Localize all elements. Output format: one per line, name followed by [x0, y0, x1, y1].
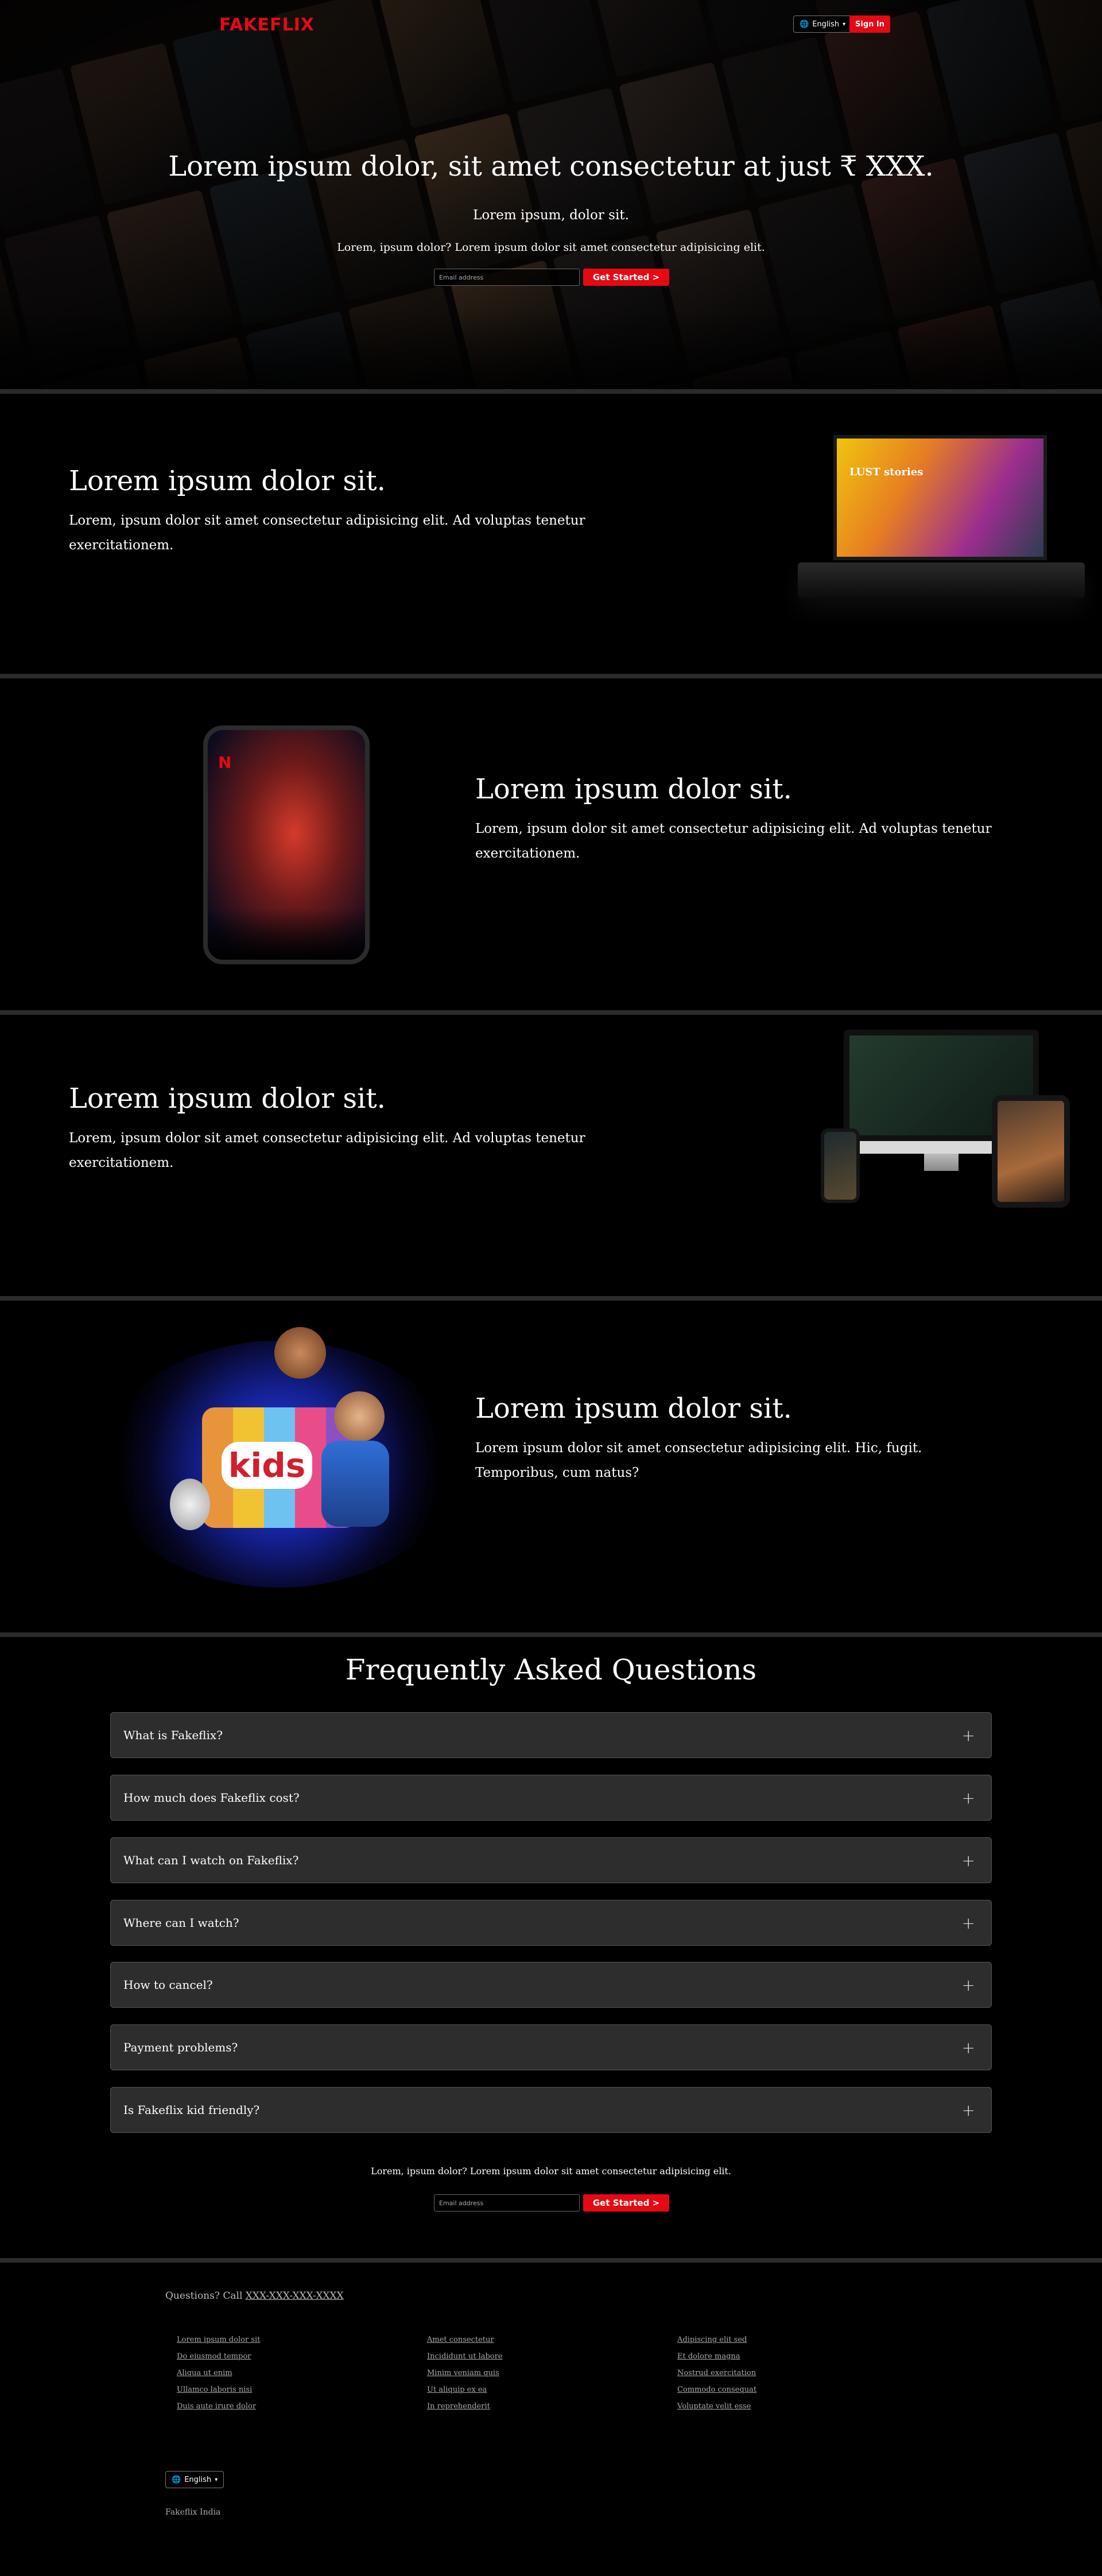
tv-image: LUST stories: [833, 435, 1047, 560]
faq-title: Frequently Asked Questions: [345, 1653, 757, 1686]
plus-icon: +: [961, 1725, 975, 1745]
get-started-button[interactable]: Get Started >: [583, 2194, 669, 2212]
email-input[interactable]: [434, 269, 580, 286]
faq-question: What is Fakeflix?: [123, 1728, 223, 1742]
plus-icon: +: [961, 1850, 975, 1870]
footer-link[interactable]: Amet consectetur: [427, 2335, 503, 2345]
feature-kids-section: kids Lorem ipsum dolor sit. Lorem ipsum …: [0, 1301, 1102, 1632]
feature-phone-section: N Lorem ipsum dolor sit. Lorem, ipsum do…: [0, 678, 1102, 1010]
boy-character-body: [321, 1441, 389, 1527]
hero-section: FAKEFLIX 🌐 English ▾ Sign In Lorem ipsum…: [0, 0, 1102, 389]
footer-link[interactable]: Aliqua ut enim: [177, 2368, 260, 2379]
faq-email-form: Get Started >: [434, 2194, 669, 2212]
email-input[interactable]: [434, 2194, 580, 2212]
globe-icon: 🌐: [172, 2475, 181, 2484]
footer-link[interactable]: In reprehenderit: [427, 2402, 503, 2412]
feature-description: Lorem, ipsum dolor sit amet consectetur …: [69, 1131, 585, 1170]
footer-language-select[interactable]: 🌐 English ▾: [165, 2471, 224, 2488]
feature-description: Lorem, ipsum dolor sit amet consectetur …: [69, 513, 585, 553]
section-divider: [0, 2258, 1102, 2263]
chevron-down-icon: ▾: [843, 21, 846, 28]
footer-link[interactable]: Commodo consequat: [677, 2385, 756, 2395]
tablet-image: [992, 1095, 1070, 1208]
footer-link[interactable]: Adipiscing elit sed: [677, 2335, 756, 2345]
faq-item[interactable]: How much does Fakeflix cost? +: [110, 1775, 992, 1821]
section-divider: [0, 1296, 1102, 1301]
footer-link[interactable]: Minim veniam quis: [427, 2368, 503, 2379]
language-label: English: [184, 2475, 212, 2484]
chevron-down-icon: ▾: [215, 2476, 218, 2483]
hero-email-form: Get Started >: [434, 269, 669, 286]
footer-link[interactable]: Voluptate velit esse: [677, 2402, 756, 2412]
section-divider: [0, 389, 1102, 394]
faq-item[interactable]: Where can I watch? +: [110, 1900, 992, 1946]
hero-subtitle: Lorem ipsum, dolor sit.: [473, 208, 629, 223]
footer-questions-label: Questions? Call: [165, 2290, 246, 2302]
hero-title: Lorem ipsum dolor, sit amet consectetur …: [168, 150, 934, 183]
faq-item[interactable]: Is Fakeflix kid friendly? +: [110, 2087, 992, 2133]
faq-question: How much does Fakeflix cost?: [123, 1791, 300, 1805]
section-divider: [0, 674, 1102, 678]
plus-icon: +: [961, 2100, 975, 2120]
kids-logo: kids: [222, 1442, 312, 1489]
footer-column: Lorem ipsum dolor sit Do eiusmod tempor …: [177, 2335, 260, 2412]
faq-question: What can I watch on Fakeflix?: [123, 1853, 299, 1867]
footer-link[interactable]: Do eiusmod tempor: [177, 2352, 260, 2362]
footer-link[interactable]: Et dolore magna: [677, 2352, 756, 2362]
tv-stand: [798, 562, 1085, 598]
faq-question: Where can I watch?: [123, 1916, 239, 1930]
feature-tv-section: Lorem ipsum dolor sit. Lorem, ipsum dolo…: [0, 394, 1102, 674]
faq-cta-text: Lorem, ipsum dolor? Lorem ipsum dolor si…: [371, 2166, 731, 2177]
feature-title: Lorem ipsum dolor sit.: [69, 1083, 386, 1115]
tv-show-title: LUST stories: [849, 466, 923, 478]
kid-character-head: [274, 1327, 326, 1379]
feature-description: Lorem ipsum dolor sit amet consectetur a…: [475, 1441, 922, 1480]
sign-in-button[interactable]: Sign In: [849, 15, 890, 33]
plus-icon: +: [961, 1788, 975, 1807]
bunny-character: [170, 1479, 210, 1530]
faq-question: Payment problems?: [123, 2040, 238, 2054]
footer-column: Adipiscing elit sed Et dolore magna Nost…: [677, 2335, 756, 2412]
footer-link[interactable]: Duis aute irure dolor: [177, 2402, 260, 2412]
footer-phone-link[interactable]: XXX-XXX-XXX-XXXX: [246, 2290, 344, 2302]
faq-question: How to cancel?: [123, 1978, 213, 1992]
plus-icon: +: [961, 1975, 975, 1995]
faq-item[interactable]: Payment problems? +: [110, 2024, 992, 2070]
feature-title: Lorem ipsum dolor sit.: [475, 773, 792, 805]
language-label: English: [812, 20, 840, 29]
footer-contact: Questions? Call XXX-XXX-XXX-XXXX: [165, 2290, 344, 2302]
footer-link[interactable]: Nostrud exercitation: [677, 2368, 756, 2379]
hero-fade: [0, 309, 1102, 389]
phone-image: N: [203, 726, 370, 964]
plus-icon: +: [961, 2038, 975, 2057]
hero-cta-text: Lorem, ipsum dolor? Lorem ipsum dolor si…: [337, 241, 765, 254]
faq-item[interactable]: How to cancel? +: [110, 1962, 992, 2008]
feature-description: Lorem, ipsum dolor sit amet consectetur …: [475, 821, 992, 861]
faq-item[interactable]: What can I watch on Fakeflix? +: [110, 1837, 992, 1883]
plus-icon: +: [961, 1913, 975, 1933]
faq-item[interactable]: What is Fakeflix? +: [110, 1712, 992, 1758]
get-started-button[interactable]: Get Started >: [583, 269, 669, 286]
footer-country: Fakeflix India: [165, 2508, 221, 2517]
footer-link[interactable]: Ullamco laboris nisi: [177, 2385, 260, 2395]
section-divider: [0, 1010, 1102, 1015]
netflix-n-logo: N: [218, 753, 232, 772]
feature-title: Lorem ipsum dolor sit.: [69, 465, 386, 497]
feature-title: Lorem ipsum dolor sit.: [475, 1392, 792, 1425]
logo[interactable]: FAKEFLIX: [219, 15, 315, 35]
feature-devices-section: Lorem ipsum dolor sit. Lorem, ipsum dolo…: [0, 1015, 1102, 1296]
footer-link[interactable]: Lorem ipsum dolor sit: [177, 2335, 260, 2345]
footer-link[interactable]: Ut aliquip ex ea: [427, 2385, 503, 2395]
globe-icon: 🌐: [800, 20, 809, 29]
desktop-stand: [924, 1154, 959, 1171]
language-select[interactable]: 🌐 English ▾: [793, 15, 852, 33]
section-divider: [0, 1632, 1102, 1637]
small-phone-image: [821, 1128, 860, 1203]
footer-column: Amet consectetur Incididunt ut labore Mi…: [427, 2335, 503, 2412]
phone-fade: [208, 908, 365, 960]
boy-character-head: [334, 1391, 385, 1442]
footer-link[interactable]: Incididunt ut labore: [427, 2352, 503, 2362]
faq-question: Is Fakeflix kid friendly?: [123, 2103, 260, 2117]
